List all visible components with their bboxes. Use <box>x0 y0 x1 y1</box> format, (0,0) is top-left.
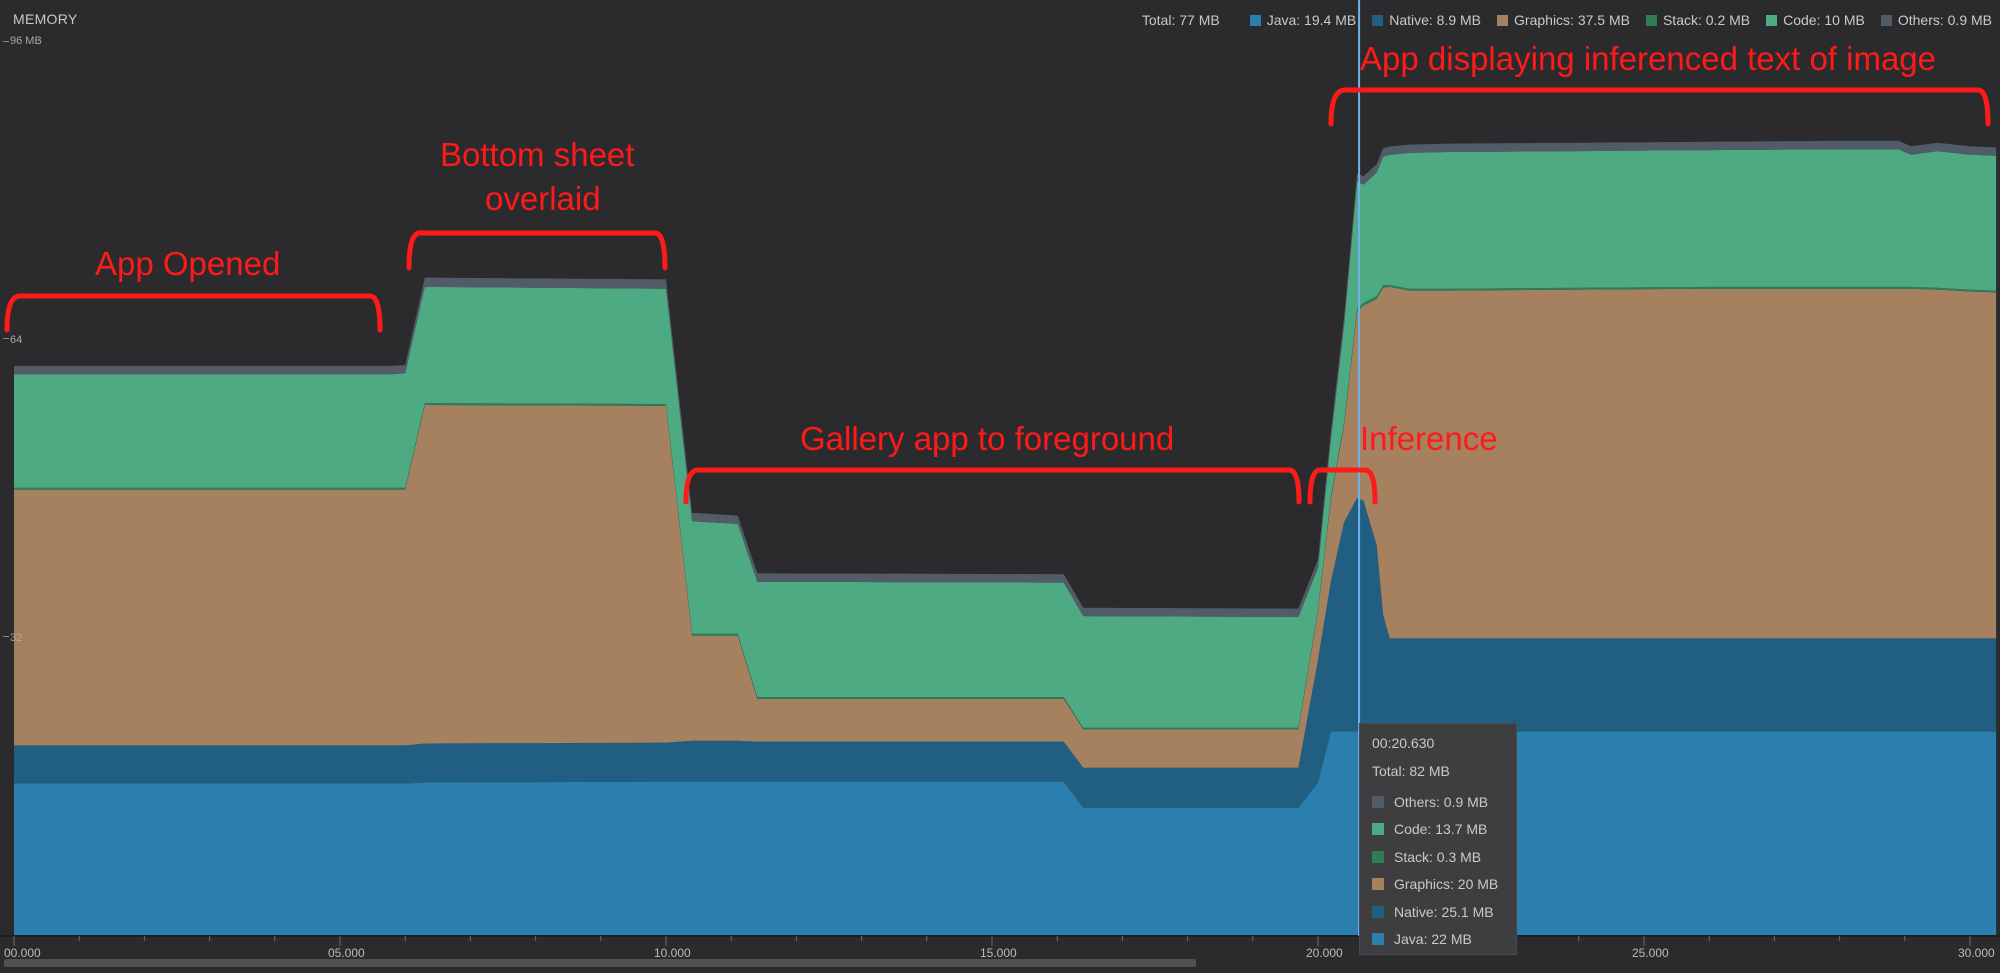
tooltip-label-native: Native: 25.1 MB <box>1394 903 1494 920</box>
tooltip-row-native: Native: 25.1 MB <box>1372 898 1504 926</box>
tooltip-row-java: Java: 22 MB <box>1372 926 1504 954</box>
tooltip-swatch-java <box>1372 933 1384 946</box>
x-minor-ticks <box>13 936 1971 946</box>
memory-profiler-panel: MEMORY Total: 77 MB Java: 19.4 MB Native… <box>0 0 2000 973</box>
y-tick-mark-96 <box>3 41 9 42</box>
memory-tooltip: 00:20.630 Total: 82 MB Others: 0.9 MB Co… <box>1359 723 1517 955</box>
tooltip-swatch-code <box>1372 823 1384 836</box>
tooltip-time: 00:20.630 <box>1372 735 1435 751</box>
annotation-overlaid: overlaid <box>485 180 601 217</box>
y-tick-label-64: 64 <box>10 334 23 346</box>
tooltip-row-code: Code: 13.7 MB <box>1372 816 1504 844</box>
tooltip-label-code: Code: 13.7 MB <box>1394 821 1488 838</box>
tooltip-label-graphics: Graphics: 20 MB <box>1394 876 1499 893</box>
tooltip-label-others: Others: 0.9 MB <box>1394 793 1489 810</box>
y-tick-mark-32 <box>3 636 9 637</box>
tooltip-label-java: Java: 22 MB <box>1394 931 1472 948</box>
tooltip-label-stack: Stack: 0.3 MB <box>1394 848 1482 865</box>
tooltip-swatch-stack <box>1372 850 1384 863</box>
tooltip-row-others: Others: 0.9 MB <box>1372 788 1504 816</box>
tooltip-total: Total: 82 MB <box>1372 763 1450 779</box>
tooltip-swatch-graphics <box>1372 878 1384 891</box>
annotation-bottom-sheet: Bottom sheet <box>440 136 635 173</box>
y-tick-mark-64 <box>3 338 9 339</box>
annotation-app-opened: App Opened <box>95 245 281 282</box>
annotation-displaying: App displaying inferenced text of image <box>1360 40 1937 77</box>
timeline-scrollbar-thumb[interactable] <box>4 959 1196 967</box>
memory-area-chart[interactable] <box>0 0 2000 973</box>
tooltip-row-stack: Stack: 0.3 MB <box>1372 843 1504 871</box>
tooltip-swatch-others <box>1372 795 1384 808</box>
annotation-gallery: Gallery app to foreground <box>800 420 1175 457</box>
annotation-inference: Inference <box>1360 420 1498 457</box>
chart-areas <box>14 140 1997 936</box>
tooltip-row-graphics: Graphics: 20 MB <box>1372 871 1504 899</box>
y-tick-label-96: 96 MB <box>10 35 42 47</box>
y-tick-label-32: 32 <box>10 632 23 644</box>
tooltip-swatch-native <box>1372 905 1384 918</box>
